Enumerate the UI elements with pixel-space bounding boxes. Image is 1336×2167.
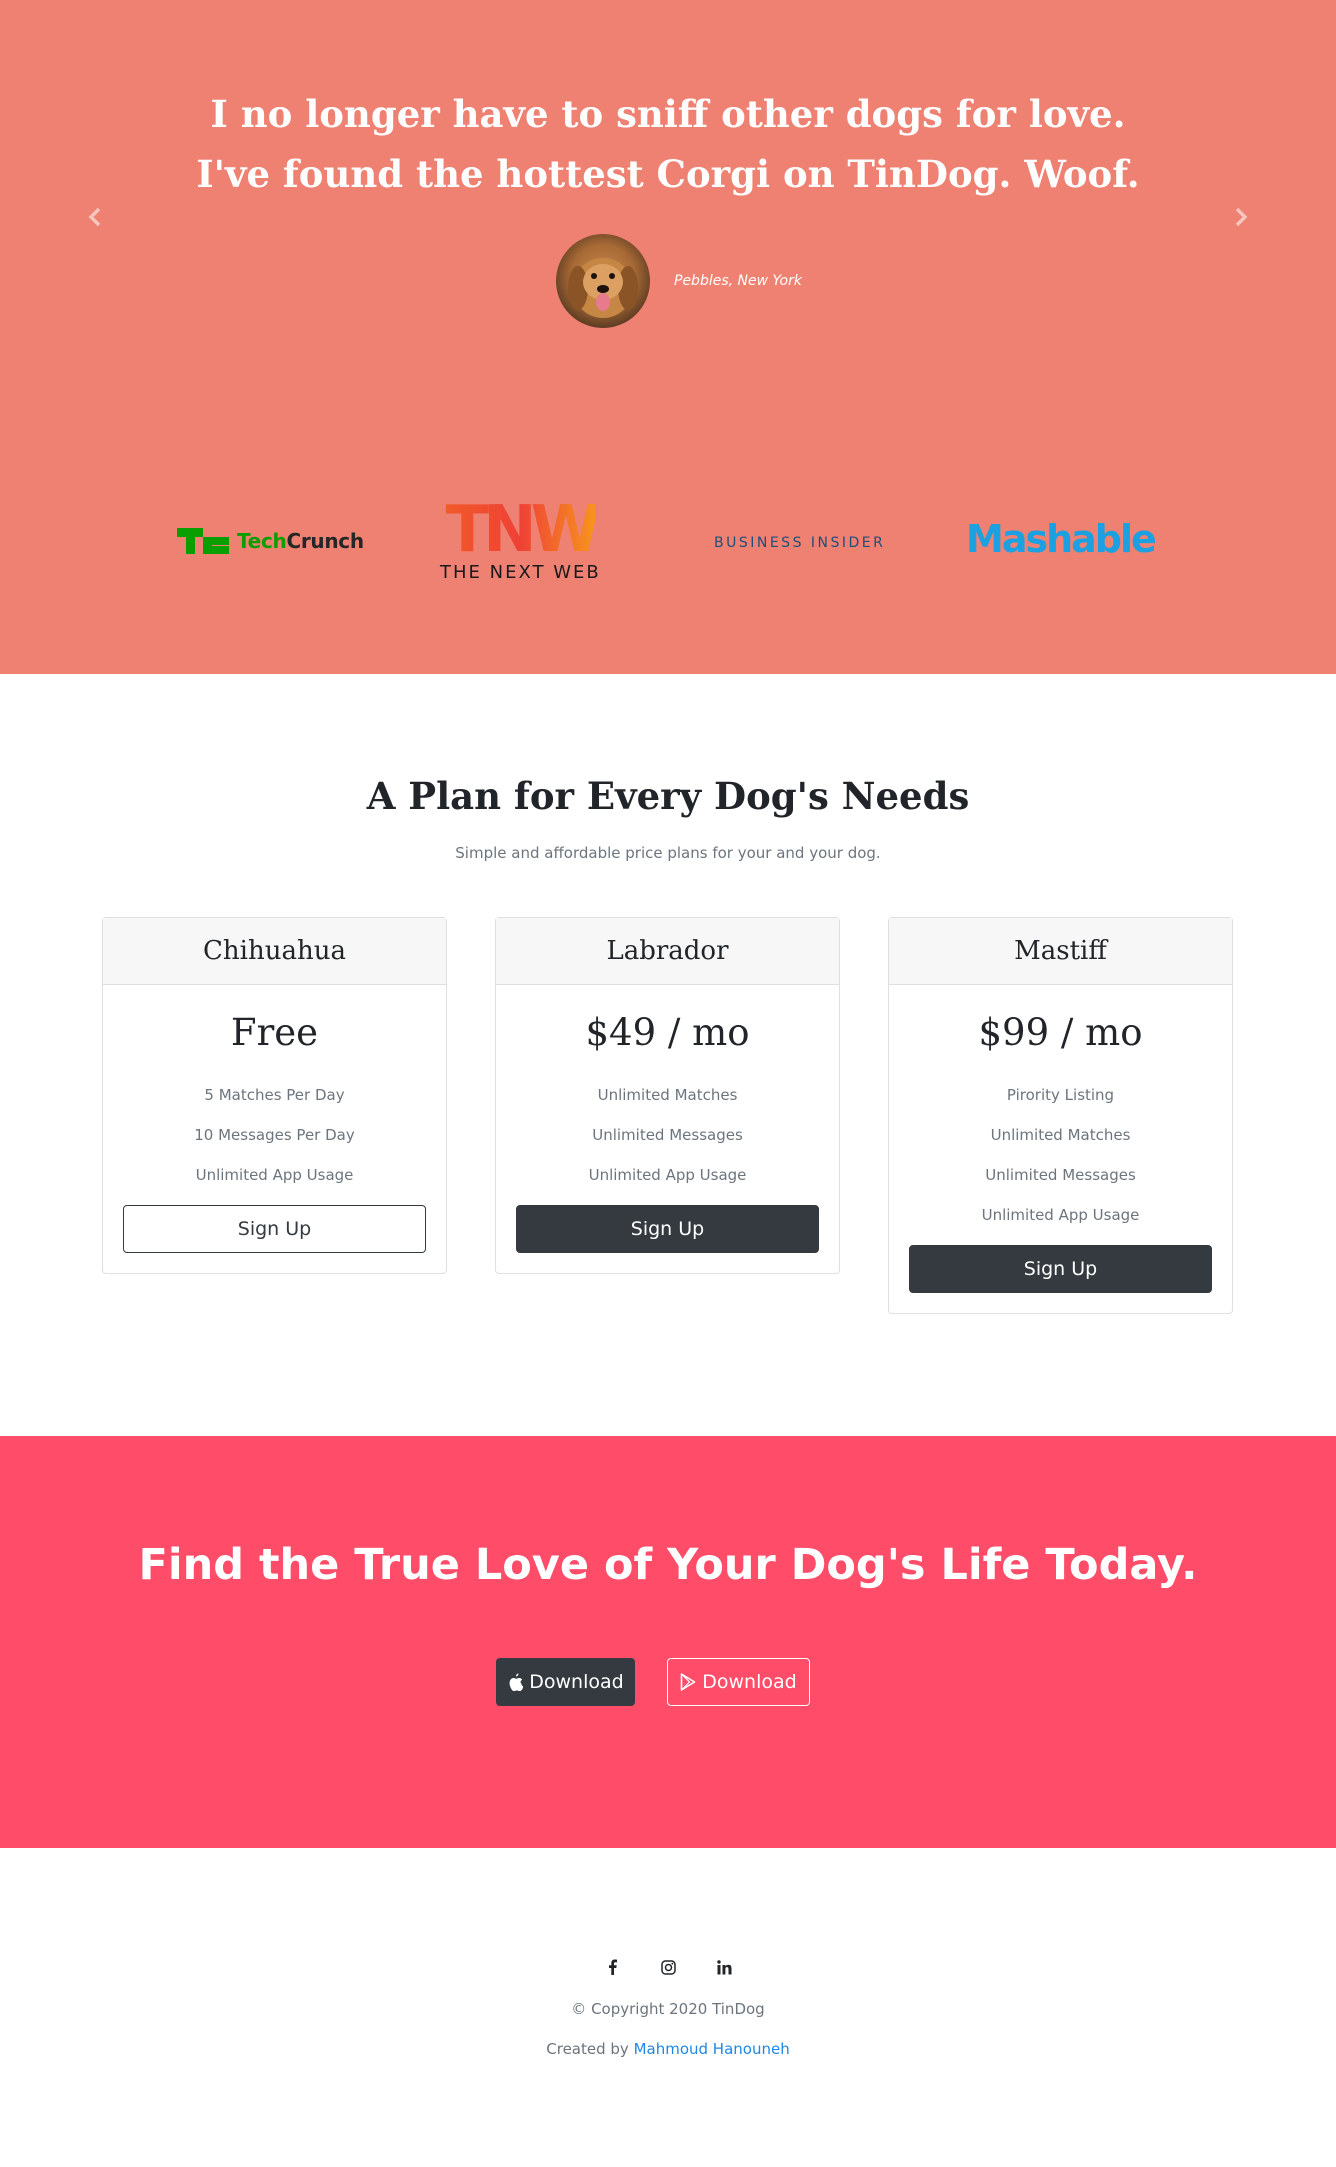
techcrunch-logo: TechCrunch	[177, 528, 364, 554]
facebook-icon[interactable]	[603, 1958, 621, 1976]
apple-download-label: Download	[529, 1671, 624, 1693]
google-play-download-label: Download	[702, 1671, 797, 1693]
author-link[interactable]: Mahmoud Hanouneh	[634, 2040, 790, 2058]
plan-feature: Unlimited App Usage	[981, 1206, 1140, 1224]
tnw-logo: TNW THE NEXT WEB	[440, 493, 601, 583]
testimonial-quote: I no longer have to sniff other dogs for…	[196, 92, 1140, 196]
plan-name: Mastiff	[889, 918, 1232, 985]
techcrunch-mark-icon	[177, 528, 229, 554]
carousel-prev-button[interactable]	[80, 202, 110, 232]
tnw-subtitle: THE NEXT WEB	[440, 562, 601, 583]
apple-icon	[507, 1673, 524, 1691]
plan-price: Free	[230, 1011, 319, 1054]
cta-section: Find the True Love of Your Dog's Life To…	[0, 1436, 1336, 1848]
sign-up-button[interactable]: Sign Up	[123, 1205, 426, 1253]
techcrunch-text-b: Crunch	[286, 529, 364, 553]
plan-feature: Unlimited Messages	[592, 1126, 743, 1144]
sign-up-button[interactable]: Sign Up	[516, 1205, 819, 1253]
mashable-logo: Mashable	[966, 517, 1157, 561]
plan-feature: 10 Messages Per Day	[194, 1126, 355, 1144]
pricing-title: A Plan for Every Dog's Needs	[366, 774, 970, 818]
pricing-section: A Plan for Every Dog's Needs Simple and …	[0, 674, 1336, 1436]
plan-feature: Unlimited App Usage	[195, 1166, 354, 1184]
plan-card-chihuahua: Chihuahua Free 5 Matches Per Day 10 Mess…	[102, 917, 447, 1274]
tnw-mark: TNW	[445, 493, 601, 567]
cta-title: Find the True Love of Your Dog's Life To…	[138, 1540, 1198, 1590]
press-logos: TechCrunch TNW THE NEXT WEB BUSINESS INS…	[0, 495, 1336, 595]
pricing-subtitle: Simple and affordable price plans for yo…	[455, 844, 881, 862]
google-play-download-button[interactable]: Download	[667, 1658, 810, 1706]
plan-card-labrador: Labrador $49 / mo Unlimited Matches Unli…	[495, 917, 840, 1274]
copyright-text: © Copyright 2020 TinDog	[571, 2000, 765, 2018]
plan-price: $49 / mo	[585, 1011, 750, 1054]
testimonial-author: Pebbles, New York	[556, 234, 802, 328]
google-play-icon	[680, 1673, 696, 1691]
plan-feature: Pirority Listing	[1006, 1086, 1115, 1104]
credit-text: Created by Mahmoud Hanouneh	[0, 2040, 1336, 2058]
footer: © Copyright 2020 TinDog Created by Mahmo…	[0, 1848, 1336, 2167]
sign-up-button[interactable]: Sign Up	[909, 1245, 1212, 1293]
social-links	[0, 1958, 1336, 1976]
dog-avatar	[556, 234, 650, 328]
plan-feature: Unlimited Matches	[597, 1086, 738, 1104]
plan-card-mastiff: Mastiff $99 / mo Pirority Listing Unlimi…	[888, 917, 1233, 1314]
plan-price: $99 / mo	[978, 1011, 1143, 1054]
plan-feature: Unlimited Matches	[990, 1126, 1131, 1144]
plan-feature: Unlimited App Usage	[588, 1166, 747, 1184]
business-insider-logo: BUSINESS INSIDER	[714, 535, 886, 551]
carousel-next-button[interactable]	[1226, 202, 1256, 232]
techcrunch-text-a: Tech	[237, 529, 287, 553]
plan-name: Labrador	[496, 918, 839, 985]
apple-download-button[interactable]: Download	[496, 1658, 635, 1706]
plan-feature: 5 Matches Per Day	[204, 1086, 345, 1104]
credit-prefix: Created by	[546, 2040, 634, 2058]
testimonials-section: I no longer have to sniff other dogs for…	[0, 0, 1336, 674]
plan-feature: Unlimited Messages	[985, 1166, 1136, 1184]
chevron-left-icon	[88, 207, 101, 227]
linkedin-icon[interactable]	[715, 1958, 733, 1976]
testimonial-author-name: Pebbles, New York	[674, 273, 802, 289]
plan-name: Chihuahua	[103, 918, 446, 985]
instagram-icon[interactable]	[659, 1958, 677, 1976]
chevron-right-icon	[1235, 207, 1248, 227]
